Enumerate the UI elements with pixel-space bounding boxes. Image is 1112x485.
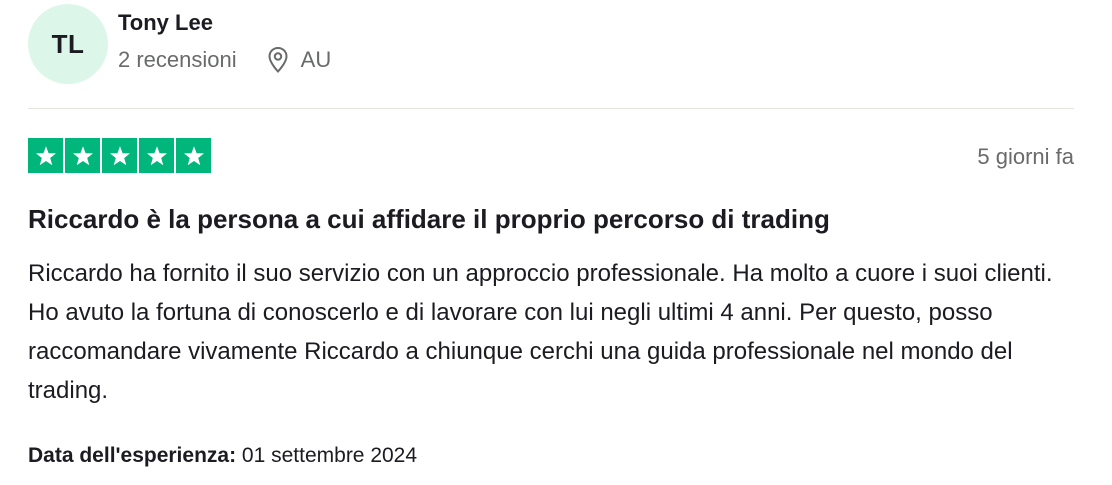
avatar[interactable]: TL xyxy=(28,4,108,84)
experience-date-value: 01 settembre 2024 xyxy=(241,444,418,467)
avatar-initials: TL xyxy=(51,28,85,59)
star-icon xyxy=(65,138,100,173)
divider xyxy=(28,108,1074,109)
review-card: TL Tony Lee 2 recensioni AU 5 giorni fa … xyxy=(0,0,1112,485)
star-rating xyxy=(28,138,211,173)
star-icon xyxy=(28,138,63,173)
star-icon xyxy=(176,138,211,173)
review-count: 2 recensioni xyxy=(118,47,237,72)
experience-date: Data dell'esperienza: 01 settembre 2024 xyxy=(28,444,417,468)
reviewer-meta: 2 recensioni AU xyxy=(118,46,331,74)
review-body: Riccardo ha fornito il suo servizio con … xyxy=(28,260,1053,404)
star-icon xyxy=(102,138,137,173)
experience-date-label: Data dell'esperienza: xyxy=(28,444,237,467)
review-date: 5 giorni fa xyxy=(977,144,1074,169)
star-icon xyxy=(139,138,174,173)
location-pin-icon xyxy=(267,46,289,74)
review-title[interactable]: Riccardo è la persona a cui affidare il … xyxy=(28,204,830,235)
reviewer-name[interactable]: Tony Lee xyxy=(118,10,213,36)
reviewer-country: AU xyxy=(300,47,332,72)
